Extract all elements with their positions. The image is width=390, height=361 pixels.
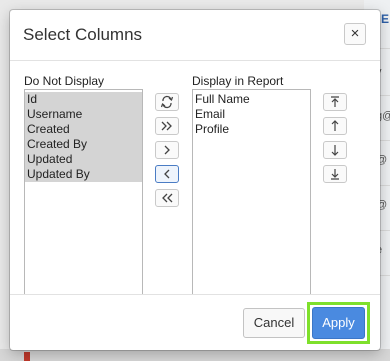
- dialog-footer-divider: [10, 294, 380, 295]
- apply-button[interactable]: Apply: [312, 307, 365, 339]
- move-all-right-button[interactable]: [155, 117, 179, 135]
- move-left-button[interactable]: [155, 165, 179, 183]
- display-in-report-option[interactable]: Email: [193, 107, 310, 122]
- move-left-icon: [164, 169, 170, 179]
- move-bottom-button[interactable]: [323, 165, 347, 183]
- move-all-right-icon: [161, 121, 172, 131]
- do-not-display-option[interactable]: Updated: [25, 152, 142, 167]
- move-up-button[interactable]: [323, 117, 347, 135]
- move-all-left-button[interactable]: [155, 189, 179, 207]
- do-not-display-option[interactable]: Updated By: [25, 167, 142, 182]
- do-not-display-list[interactable]: Id Username Created Created By Updated Update…: [24, 89, 143, 295]
- close-button[interactable]: ×: [344, 23, 366, 45]
- do-not-display-option[interactable]: Username: [25, 107, 142, 122]
- display-in-report-option[interactable]: Profile: [193, 122, 310, 137]
- background-marker: [24, 352, 30, 361]
- do-not-display-option[interactable]: Created By: [25, 137, 142, 152]
- do-not-display-option[interactable]: Created: [25, 122, 142, 137]
- background-column-header: E: [381, 12, 390, 26]
- reset-button[interactable]: [155, 93, 179, 111]
- move-top-icon: [331, 96, 339, 107]
- move-bottom-icon: [331, 169, 339, 180]
- move-right-button[interactable]: [155, 141, 179, 159]
- move-top-button[interactable]: [323, 93, 347, 111]
- display-in-report-option[interactable]: Full Name: [193, 92, 310, 107]
- dialog-title: Select Columns: [23, 25, 143, 44]
- reset-icon: [160, 95, 174, 109]
- dialog-header: Select Columns ×: [10, 10, 380, 61]
- display-in-report-label: Display in Report: [192, 74, 284, 88]
- do-not-display-option[interactable]: Id: [25, 92, 142, 107]
- move-right-icon: [164, 145, 170, 155]
- select-columns-dialog: Select Columns × Do Not Display Id Userna…: [10, 10, 380, 350]
- do-not-display-label: Do Not Display: [24, 74, 105, 88]
- cancel-button[interactable]: Cancel: [243, 308, 305, 338]
- move-down-button[interactable]: [323, 141, 347, 159]
- background-footer: [0, 349, 390, 361]
- close-icon: ×: [350, 25, 360, 42]
- display-in-report-list[interactable]: Full Name Email Profile: [192, 89, 311, 295]
- move-all-left-icon: [162, 193, 173, 203]
- move-down-icon: [331, 145, 339, 156]
- move-up-icon: [331, 120, 339, 131]
